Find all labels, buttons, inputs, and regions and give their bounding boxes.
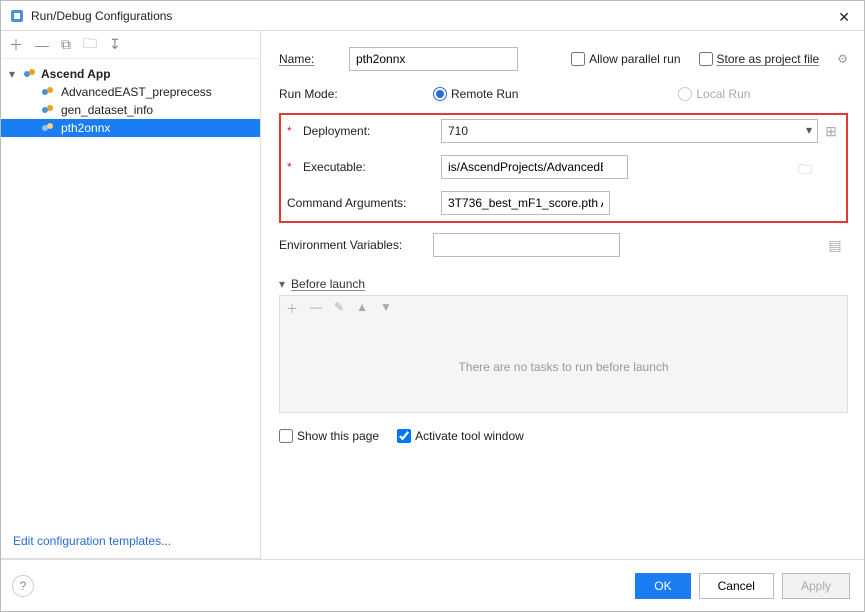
env-row: Environment Variables: ▤ (279, 233, 848, 257)
args-label: Command Arguments: (287, 196, 437, 210)
config-icon (41, 121, 55, 135)
edit-templates-link[interactable]: Edit configuration templates... (13, 534, 171, 548)
name-label: Name: (279, 52, 339, 66)
allow-parallel-checkbox[interactable]: Allow parallel run (571, 52, 680, 66)
executable-label: * Executable: (287, 160, 437, 174)
tree-item-label: AdvancedEAST_preprecess (61, 85, 212, 99)
local-run-radio: Local Run (678, 87, 750, 101)
remote-run-radio[interactable]: Remote Run (433, 87, 518, 101)
deployment-select[interactable]: 710 ▾ (441, 119, 818, 143)
close-icon[interactable]: ✕ (832, 7, 856, 28)
runmode-row: Run Mode: Remote Run Local Run (279, 87, 848, 101)
sidebar-toolbar: ＋ — ⧉ 🗀 ↧ (1, 31, 260, 59)
ascend-icon (23, 67, 37, 81)
tree-root-ascend[interactable]: ▾ Ascend App (1, 65, 260, 83)
args-input[interactable] (441, 191, 610, 215)
browse-icon[interactable]: 🗀 (796, 159, 814, 183)
bottom-checks: Show this page Activate tool window (279, 429, 848, 443)
app-icon (9, 8, 25, 24)
executable-input[interactable] (441, 155, 628, 179)
sidebar: ＋ — ⧉ 🗀 ↧ ▾ Ascend App AdvancedEAST_prep… (1, 31, 261, 559)
config-icon (41, 103, 55, 117)
add-icon[interactable]: ＋ (9, 35, 23, 55)
chevron-down-icon: ▾ (806, 123, 812, 137)
before-empty-text: There are no tasks to run before launch (280, 321, 847, 412)
chevron-down-icon: ▾ (9, 67, 19, 81)
tree-item-advancedeast[interactable]: AdvancedEAST_preprecess (1, 83, 260, 101)
ok-button[interactable]: OK (635, 573, 690, 599)
name-input[interactable] (349, 47, 518, 71)
env-input[interactable] (433, 233, 620, 257)
dialog-body: ＋ — ⧉ 🗀 ↧ ▾ Ascend App AdvancedEAST_prep… (1, 31, 864, 559)
tree-item-gendataset[interactable]: gen_dataset_info (1, 101, 260, 119)
tree-item-pth2onnx[interactable]: pth2onnx (1, 119, 260, 137)
remove-task-icon[interactable]: — (310, 300, 322, 317)
deployment-row: * Deployment: 710 ▾ ⊞ (287, 119, 840, 143)
env-label: Environment Variables: (279, 238, 429, 252)
executable-row: * Executable: 🗀 (287, 155, 840, 179)
edit-task-icon[interactable]: ✎ (334, 300, 344, 317)
sort-icon[interactable]: ↧ (109, 36, 121, 53)
sidebar-footer: Edit configuration templates... (1, 524, 260, 558)
gear-icon[interactable]: ⚙ (837, 52, 848, 66)
main-panel: Name: Allow parallel run Store as projec… (261, 31, 864, 559)
config-tree: ▾ Ascend App AdvancedEAST_preprecess gen… (1, 59, 260, 524)
args-row: Command Arguments: (287, 191, 840, 215)
move-down-icon[interactable]: ▼ (380, 300, 392, 317)
remove-icon[interactable]: — (35, 37, 49, 53)
top-checks: Allow parallel run Store as project file… (571, 52, 848, 66)
tree-item-label: pth2onnx (61, 121, 110, 135)
store-project-checkbox[interactable]: Store as project file (699, 52, 820, 66)
before-launch-toolbar: ＋ — ✎ ▲ ▼ (280, 296, 847, 321)
runmode-label: Run Mode: (279, 87, 429, 101)
button-bar: ? OK Cancel Apply (1, 559, 864, 611)
activate-tool-checkbox[interactable]: Activate tool window (397, 429, 524, 443)
copy-icon[interactable]: ⧉ (61, 36, 71, 53)
dialog-title: Run/Debug Configurations (31, 9, 172, 23)
name-row: Name: Allow parallel run Store as projec… (279, 47, 848, 71)
help-icon[interactable]: ? (12, 575, 34, 597)
add-deployment-icon[interactable]: ⊞ (822, 123, 840, 140)
radio-dot-icon (678, 87, 692, 101)
cancel-button[interactable]: Cancel (699, 573, 774, 599)
before-launch-panel: ＋ — ✎ ▲ ▼ There are no tasks to run befo… (279, 295, 848, 413)
before-launch-header[interactable]: ▾ Before launch (279, 277, 848, 291)
radio-dot-icon (433, 87, 447, 101)
chevron-down-icon: ▾ (279, 277, 285, 291)
apply-button: Apply (782, 573, 850, 599)
tree-item-label: gen_dataset_info (61, 103, 153, 117)
config-icon (41, 85, 55, 99)
tree-root-label: Ascend App (41, 67, 111, 81)
title-bar: Run/Debug Configurations ✕ (1, 1, 864, 31)
show-page-checkbox[interactable]: Show this page (279, 429, 379, 443)
env-list-icon[interactable]: ▤ (826, 237, 844, 254)
add-task-icon[interactable]: ＋ (286, 300, 298, 317)
move-up-icon[interactable]: ▲ (356, 300, 368, 317)
save-template-icon[interactable]: 🗀 (83, 33, 97, 57)
dialog: Run/Debug Configurations ✕ ＋ — ⧉ 🗀 ↧ ▾ A… (0, 0, 865, 612)
deployment-label: * Deployment: (287, 124, 437, 138)
highlight-box: * Deployment: 710 ▾ ⊞ * Executable: 🗀 (279, 113, 848, 223)
